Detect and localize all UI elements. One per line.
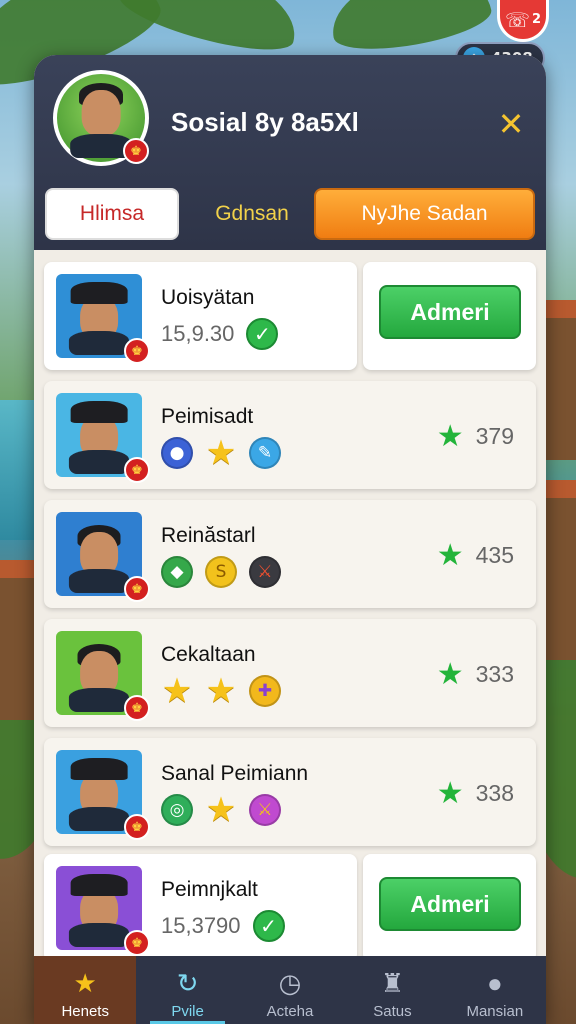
star-icon: ★: [73, 968, 97, 998]
nav-label: Pvile: [171, 1003, 204, 1020]
player-avatar[interactable]: ♚: [53, 70, 149, 166]
close-icon[interactable]: ✕: [494, 107, 528, 141]
nav-label: Mansian: [466, 1003, 524, 1020]
star-icon: ★: [436, 657, 464, 692]
blue-coin-icon: ●: [161, 437, 193, 469]
player-name: Peimnjkalt: [161, 878, 258, 901]
notification-count: 2: [531, 12, 542, 27]
green-coin-icon: ◎: [161, 794, 193, 826]
rank-badge-icon: ♚: [124, 457, 150, 483]
star-icon: ★: [436, 538, 464, 573]
purple-sword-icon: ⚔: [249, 794, 281, 826]
green-gem-icon: ◆: [161, 556, 193, 588]
player-score: 333: [475, 661, 514, 687]
check-icon: ✓: [252, 910, 285, 942]
tab-hlimsa[interactable]: Hlimsa: [45, 188, 179, 240]
list-item[interactable]: ♚ Reinăstarl ◆ S ⚔ ★ 435: [44, 500, 536, 608]
gold-medal-icon: ✚: [249, 675, 281, 707]
check-icon: ✓: [246, 318, 279, 350]
player-score: 338: [475, 780, 514, 806]
tab-nyjhe-sadan[interactable]: NyJhe Sadan: [314, 188, 535, 240]
avatar: ♚: [56, 274, 150, 364]
rank-badge-icon: ♚: [124, 814, 150, 840]
player-score: 435: [475, 542, 514, 568]
tab-bar: Hlimsa Gdnsan NyJhe Sadan: [44, 188, 536, 240]
player-value: 15,9.30: [161, 321, 235, 346]
phone-icon: ☏: [504, 7, 530, 32]
gold-coin-icon: S: [205, 556, 237, 588]
rank-badge-icon: ♚: [124, 338, 150, 364]
star-icon: ★: [205, 790, 237, 830]
nav-mansian[interactable]: ● Mansian: [444, 956, 546, 1024]
nav-henets[interactable]: ★ Henets: [34, 956, 137, 1024]
player-name: Reinăstarl: [161, 524, 256, 547]
nav-label: Satus: [373, 1003, 412, 1020]
star-icon: ★: [436, 776, 464, 811]
avatar: ♚: [56, 750, 150, 840]
blue-feather-icon: ✎: [249, 437, 281, 469]
player-name: Uoisyätan: [161, 286, 255, 309]
profile-icon: ●: [486, 968, 503, 998]
nav-satus[interactable]: ♜ Satus: [341, 956, 443, 1024]
nav-label: Acteha: [266, 1003, 314, 1020]
admit-button[interactable]: Admeri: [379, 285, 521, 339]
player-value: 15,3790: [161, 913, 241, 938]
rank-badge-icon: ♚: [124, 576, 150, 602]
avatar: ♚: [56, 512, 150, 602]
list-item[interactable]: ♚ Peimnjkalt 15,3790 ✓ Admeri: [44, 854, 536, 962]
avatar: ♚: [56, 393, 150, 483]
bottom-nav: ★ Henets ↻ Pvile ◷ Acteha ♜ Satus ● Mans…: [34, 956, 546, 1024]
nav-pvile[interactable]: ↻ Pvile: [136, 956, 238, 1024]
star-icon: ★: [161, 671, 193, 711]
player-score: 379: [475, 423, 514, 449]
rank-badge-icon: ♚: [124, 695, 150, 721]
star-icon: ★: [436, 419, 464, 454]
trophy-icon: ♜: [380, 968, 405, 998]
star-icon: ★: [205, 671, 237, 711]
list-item[interactable]: ♚ Cekaltaan ★ ★ ✚ ★ 333: [44, 619, 536, 727]
star-icon: ★: [205, 433, 237, 473]
player-name: Peimisadt: [161, 405, 254, 428]
avatar: ♚: [56, 866, 150, 956]
red-sword-icon: ⚔: [249, 556, 281, 588]
list-item[interactable]: ♚ Sanal Peimiann ◎ ★ ⚔ ★ 338: [44, 738, 536, 846]
refresh-icon: ↻: [176, 968, 199, 998]
list-item[interactable]: ♚ Uoisyätan 15,9.30 ✓ Admeri: [44, 262, 536, 370]
player-name: Cekaltaan: [161, 643, 256, 666]
panel-header: ♚ Sosial 8y 8a5Xl ✕ Hlimsa Gdnsan NyJhe …: [34, 55, 546, 250]
list-item[interactable]: ♚ Peimisadt ● ★ ✎ ★ 379: [44, 381, 536, 489]
nav-label: Henets: [61, 1003, 109, 1020]
player-name: Sanal Peimiann: [161, 762, 309, 785]
admit-button[interactable]: Admeri: [379, 877, 521, 931]
social-panel: ♚ Sosial 8y 8a5Xl ✕ Hlimsa Gdnsan NyJhe …: [34, 55, 546, 1024]
rank-badge-icon: ♚: [123, 138, 149, 164]
page-title: Sosial 8y 8a5Xl: [171, 107, 359, 137]
nav-acteha[interactable]: ◷ Acteha: [239, 956, 341, 1024]
avatar: ♚: [56, 631, 150, 721]
tab-gdnsan[interactable]: Gdnsan: [192, 188, 312, 240]
clock-icon: ◷: [278, 968, 302, 998]
rank-badge-icon: ♚: [124, 930, 150, 956]
